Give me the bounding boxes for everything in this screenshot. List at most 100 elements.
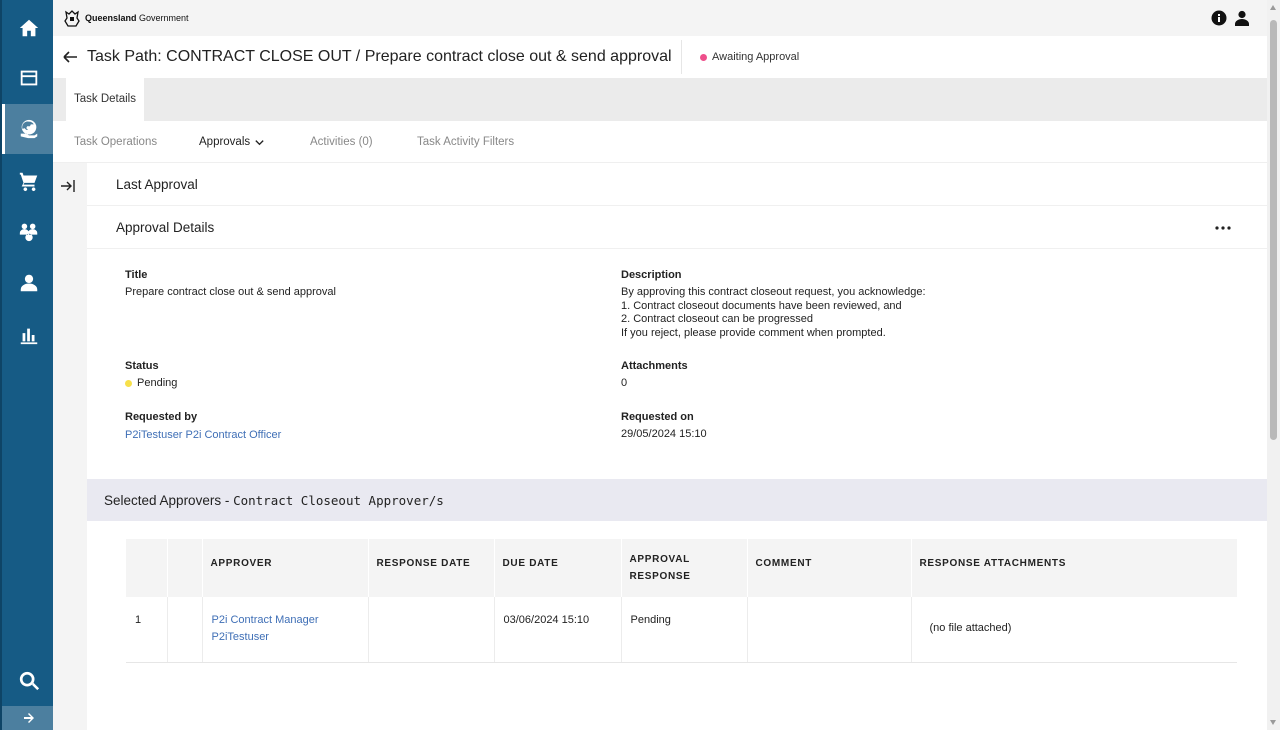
info-icon[interactable] [1211, 10, 1227, 26]
heading-prefix: Selected Approvers - [104, 493, 234, 508]
brand-logo[interactable]: Queensland Government [62, 8, 189, 28]
team-icon [19, 223, 37, 242]
sidebar-nav [0, 0, 55, 730]
approver-user-link[interactable]: P2iTestuser [212, 629, 359, 646]
row-blank-cell [167, 597, 203, 663]
nav-profile[interactable] [2, 258, 55, 308]
status-label: Status [125, 360, 159, 372]
table-header-row: APPROVER RESPONSE DATE DUE DATE APPROVAL… [126, 539, 1237, 597]
home-icon [19, 19, 38, 37]
expand-panel-icon[interactable] [60, 178, 76, 194]
requested-by-link[interactable]: P2iTestuser P2i Contract Officer [125, 429, 281, 443]
nav-home[interactable] [2, 3, 55, 53]
column-header-approver[interactable]: APPROVER [202, 539, 369, 597]
page-title: Task Path: CONTRACT CLOSE OUT / Prepare … [87, 48, 672, 65]
page-header: Task Path: CONTRACT CLOSE OUT / Prepare … [53, 36, 1267, 78]
nav-search[interactable] [2, 656, 55, 706]
description-line: 1. Contract closeout documents have been… [621, 299, 902, 312]
description-line: If you reject, please provide comment wh… [621, 326, 886, 339]
requested-on-label: Requested on [621, 411, 694, 423]
approver-role-link[interactable]: P2i Contract Manager [212, 612, 359, 629]
last-approval-section[interactable]: Last Approval [87, 163, 1267, 206]
subtab-label: Task Operations [74, 136, 158, 148]
attachments-label: Attachments [621, 360, 688, 372]
response-date-cell [368, 597, 495, 663]
scroll-thumb[interactable] [1270, 20, 1277, 440]
approver-cell: P2i Contract Manager P2iTestuser [202, 597, 369, 663]
title-label: Title [125, 269, 148, 281]
approval-content: Last Approval Approval Details Title Pre… [87, 163, 1267, 730]
description-line: By approving this contract closeout requ… [621, 286, 926, 298]
approval-response-cell: Pending [621, 597, 748, 663]
globe-hand-icon [20, 119, 37, 139]
column-header-comment[interactable]: COMMENT [747, 539, 912, 597]
response-attachments-cell: (no file attached) [911, 597, 1237, 663]
row-index: 1 [126, 597, 168, 663]
scroll-up-icon[interactable] [1270, 5, 1276, 10]
subtab-label: Approvals [199, 136, 251, 148]
search-icon [19, 671, 39, 691]
nav-dashboard[interactable] [2, 53, 55, 103]
arrow-right-icon [23, 713, 34, 723]
no-file-text: (no file attached) [929, 622, 1012, 634]
subtab-label: Activities (0) [310, 136, 373, 148]
status-badge: Awaiting Approval [700, 51, 799, 63]
expand-sidebar-button[interactable] [2, 706, 55, 730]
tab-bar: Task Details [53, 78, 1267, 121]
subtab-task-operations[interactable]: Task Operations [74, 136, 157, 148]
selected-approvers-header: Selected Approvers - Contract Closeout A… [87, 479, 1267, 521]
requested-on-value: 29/05/2024 15:10 [621, 428, 707, 440]
description-value: By approving this contract closeout requ… [621, 286, 926, 340]
top-bar: Queensland Government [53, 0, 1267, 36]
more-options-icon[interactable] [1214, 225, 1232, 231]
description-label: Description [621, 269, 682, 281]
column-header-response-date[interactable]: RESPONSE DATE [368, 539, 495, 597]
coat-of-arms-icon [64, 10, 80, 27]
nav-globe[interactable] [2, 104, 55, 154]
person-icon [20, 274, 37, 292]
description-line: 2. Contract closeout can be progressed [621, 313, 814, 325]
subtab-label: Task Activity Filters [417, 136, 515, 148]
cart-icon [19, 172, 37, 192]
comment-cell [747, 597, 912, 663]
tab-task-details[interactable]: Task Details [66, 78, 144, 121]
nav-team[interactable] [2, 206, 55, 256]
chevron-down-icon [255, 139, 264, 145]
approval-details-section: Approval Details [87, 206, 1267, 249]
requested-by-label: Requested by [125, 411, 198, 423]
title-value: Prepare contract close out & send approv… [125, 286, 336, 298]
column-header-approval-response[interactable]: APPROVAL RESPONSE [621, 539, 748, 597]
subtab-approvals[interactable]: Approvals [199, 136, 265, 148]
table-row: 1 P2i Contract Manager P2iTestuser 03/06… [126, 597, 1237, 663]
column-header-response-attachments[interactable]: RESPONSE ATTACHMENTS [911, 539, 1237, 597]
sub-navigation: Task Operations Approvals Activities (0)… [53, 121, 1267, 163]
attachments-value: 0 [621, 377, 628, 389]
column-header-blank [167, 539, 203, 597]
column-header-due-date[interactable]: DUE DATE [494, 539, 622, 597]
header-divider [681, 40, 682, 74]
page-scrollbar[interactable] [1267, 0, 1280, 730]
status-text: Awaiting Approval [712, 51, 800, 63]
back-arrow-icon[interactable] [62, 49, 78, 65]
bar-chart-icon [20, 328, 37, 345]
brand-name: Queensland Government [85, 13, 189, 23]
approver-group-name: Contract Closeout Approver/s [233, 493, 444, 508]
status-value-text: Pending [137, 377, 178, 389]
approvers-table: APPROVER RESPONSE DATE DUE DATE APPROVAL… [126, 539, 1237, 663]
selected-approvers-title: Selected Approvers - Contract Closeout A… [104, 493, 444, 508]
status-dot-icon [700, 53, 707, 61]
dashboard-icon [20, 70, 37, 86]
due-date-cell: 03/06/2024 15:10 [494, 597, 622, 663]
column-header-index [126, 539, 168, 597]
pending-dot-icon [125, 380, 132, 388]
section-title: Last Approval [116, 177, 198, 192]
section-title: Approval Details [116, 220, 215, 235]
panel-gutter [53, 163, 87, 730]
nav-reports[interactable] [2, 310, 55, 360]
status-value: Pending [125, 377, 177, 391]
scroll-down-icon[interactable] [1270, 720, 1276, 725]
subtab-activities[interactable]: Activities (0) [310, 136, 373, 148]
nav-cart[interactable] [2, 156, 55, 206]
subtab-task-activity-filters[interactable]: Task Activity Filters [417, 136, 514, 148]
user-icon[interactable] [1234, 10, 1250, 26]
